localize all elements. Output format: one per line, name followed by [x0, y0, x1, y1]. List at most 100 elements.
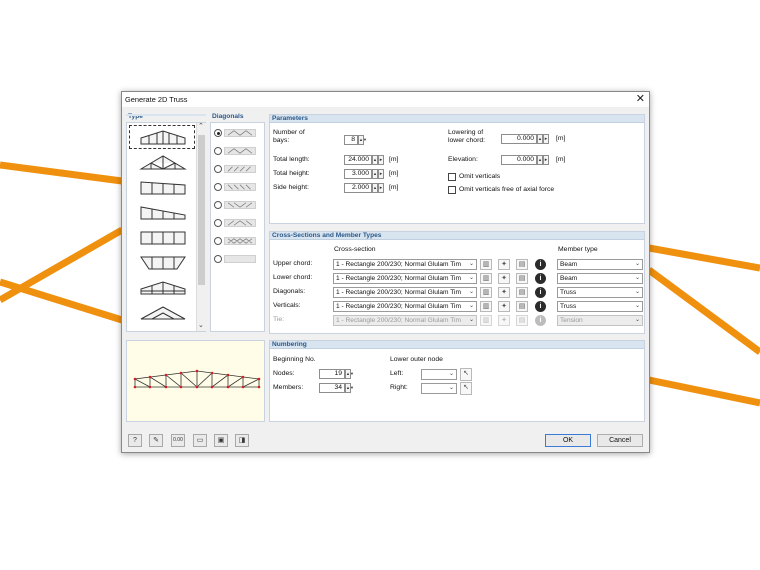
nodes-spinner-icon[interactable]: ▲▼: [345, 369, 354, 379]
lower-chord-type-select[interactable]: Beam ⌄: [557, 273, 643, 284]
upper-chord-section-select[interactable]: 1 - Rectangle 200/230; Normal Glulam Tim…: [333, 259, 477, 270]
diagonals-section-title: Diagonals: [212, 113, 244, 120]
generate-truss-dialog: Generate 2D Truss ✕ Type ⌃ ⌄ Diagonals P…: [121, 91, 650, 453]
number-of-bays-input[interactable]: 8: [344, 135, 358, 145]
diagonal-pattern-7: [224, 237, 256, 245]
lowering-input[interactable]: 0.000: [501, 134, 537, 144]
omit-verticals-checkbox[interactable]: [448, 173, 456, 181]
members-input[interactable]: 34: [319, 383, 345, 393]
diagonal-radio-1[interactable]: [214, 129, 222, 137]
upper-chord-type-select[interactable]: Beam ⌄: [557, 259, 643, 270]
library-icon[interactable]: ▥: [480, 273, 492, 284]
side-height-input[interactable]: 2.000: [344, 183, 372, 193]
verticals-section-select[interactable]: 1 - Rectangle 200/230; Normal Glulam Tim…: [333, 301, 477, 312]
upper-chord-section-value: 1 - Rectangle 200/230; Normal Glulam Tim: [336, 261, 461, 268]
diagonals-type-select[interactable]: Truss ⌄: [557, 287, 643, 298]
diagonal-radio-5[interactable]: [214, 201, 222, 209]
lowering-arrow-icon[interactable]: ▸: [543, 134, 549, 144]
info-icon[interactable]: i: [535, 287, 546, 298]
close-icon[interactable]: ✕: [636, 93, 645, 105]
cross-sections-header: Cross-Sections and Member Types: [270, 232, 644, 240]
type-list: ⌃ ⌄: [126, 122, 206, 332]
diagonals-section-value: 1 - Rectangle 200/230; Normal Glulam Tim: [336, 289, 461, 296]
defaults-icon[interactable]: ◨: [235, 434, 249, 447]
total-height-input[interactable]: 3.000: [344, 169, 372, 179]
edit-section-icon[interactable]: ▤: [516, 301, 528, 312]
diagonals-section-select[interactable]: 1 - Rectangle 200/230; Normal Glulam Tim…: [333, 287, 477, 298]
library-icon: ▥: [480, 315, 492, 326]
pick-node-icon[interactable]: ↖: [460, 382, 472, 395]
diagonal-radio-4[interactable]: [214, 183, 222, 191]
edit-section-icon[interactable]: ▤: [516, 273, 528, 284]
units-icon[interactable]: 0.00: [171, 434, 185, 447]
info-icon[interactable]: i: [535, 259, 546, 270]
diagonal-radio-8[interactable]: [214, 255, 222, 263]
members-spinner-icon[interactable]: ▲▼: [345, 383, 354, 393]
left-node-select[interactable]: ⌄: [421, 369, 457, 380]
diagonal-pattern-5: [224, 201, 256, 209]
scroll-up-icon[interactable]: ⌃: [198, 122, 204, 130]
lower-chord-section-select[interactable]: 1 - Rectangle 200/230; Normal Glulam Tim…: [333, 273, 477, 284]
tie-type-value: Tension: [560, 317, 583, 324]
diagonal-pattern-4: [224, 183, 256, 191]
scroll-thumb[interactable]: [198, 135, 205, 285]
new-section-icon[interactable]: ✦: [498, 259, 510, 270]
upper-chord-label: Upper chord:: [273, 260, 313, 267]
chevron-down-icon: ⌄: [634, 275, 640, 281]
cross-sections-title: Cross-Sections and Member Types: [272, 232, 382, 239]
parameters-panel: Parameters Number of bays: 8 ▲▼ Total le…: [269, 114, 645, 224]
diagonal-radio-2[interactable]: [214, 147, 222, 155]
type-option-6[interactable]: [133, 250, 193, 274]
tie-type-select: Tension ⌄: [557, 315, 643, 326]
omit-free-verticals-checkbox[interactable]: [448, 186, 456, 194]
diagonal-radio-3[interactable]: [214, 165, 222, 173]
members-label: Members:: [273, 384, 304, 391]
type-option-2[interactable]: [133, 150, 193, 174]
pick-node-icon[interactable]: ↖: [460, 368, 472, 381]
save-icon[interactable]: ▣: [214, 434, 228, 447]
nodes-input[interactable]: 19: [319, 369, 345, 379]
edit-icon[interactable]: ✎: [149, 434, 163, 447]
info-icon[interactable]: i: [535, 301, 546, 312]
library-icon[interactable]: ▥: [480, 259, 492, 270]
elevation-arrow-icon[interactable]: ▸: [543, 155, 549, 165]
diagonal-radio-7[interactable]: [214, 237, 222, 245]
ok-button[interactable]: OK: [545, 434, 591, 447]
new-section-icon[interactable]: ✦: [498, 301, 510, 312]
side-height-label: Side height:: [273, 184, 309, 191]
edit-section-icon[interactable]: ▤: [516, 287, 528, 298]
number-of-bays-label: Number of bays:: [273, 129, 305, 144]
right-node-select[interactable]: ⌄: [421, 383, 457, 394]
type-option-3[interactable]: [133, 175, 193, 199]
new-section-icon[interactable]: ✦: [498, 287, 510, 298]
library-icon[interactable]: ▥: [480, 287, 492, 298]
library-icon[interactable]: ▥: [480, 301, 492, 312]
type-option-7[interactable]: [133, 275, 193, 299]
help-icon[interactable]: ?: [128, 434, 142, 447]
type-scrollbar[interactable]: ⌃ ⌄: [196, 123, 206, 331]
beginning-no-label: Beginning No.: [273, 356, 316, 363]
length-arrow-icon[interactable]: ▸: [378, 155, 384, 165]
height-arrow-icon[interactable]: ▸: [378, 169, 384, 179]
diagonals-label: Diagonals:: [273, 288, 306, 295]
verticals-label: Verticals:: [273, 302, 301, 309]
side-arrow-icon[interactable]: ▸: [378, 183, 384, 193]
cancel-button[interactable]: Cancel: [597, 434, 643, 447]
diagonal-radio-6[interactable]: [214, 219, 222, 227]
type-option-1[interactable]: [133, 125, 193, 149]
bays-spinner-icon[interactable]: ▲▼: [358, 135, 367, 145]
edit-section-icon[interactable]: ▤: [516, 259, 528, 270]
elevation-input[interactable]: 0.000: [501, 155, 537, 165]
lowering-label: Lowering of lower chord:: [448, 129, 486, 144]
type-option-5[interactable]: [133, 225, 193, 249]
type-option-4[interactable]: [133, 200, 193, 224]
total-length-input[interactable]: 24.000: [344, 155, 372, 165]
omit-verticals-label: Omit verticals: [459, 173, 501, 180]
new-section-icon[interactable]: ✦: [498, 273, 510, 284]
omit-free-verticals-label: Omit verticals free of axial force: [459, 186, 555, 193]
verticals-type-select[interactable]: Truss ⌄: [557, 301, 643, 312]
open-icon[interactable]: ▭: [193, 434, 207, 447]
info-icon[interactable]: i: [535, 273, 546, 284]
scroll-down-icon[interactable]: ⌄: [198, 321, 204, 329]
type-option-8[interactable]: [133, 300, 193, 324]
